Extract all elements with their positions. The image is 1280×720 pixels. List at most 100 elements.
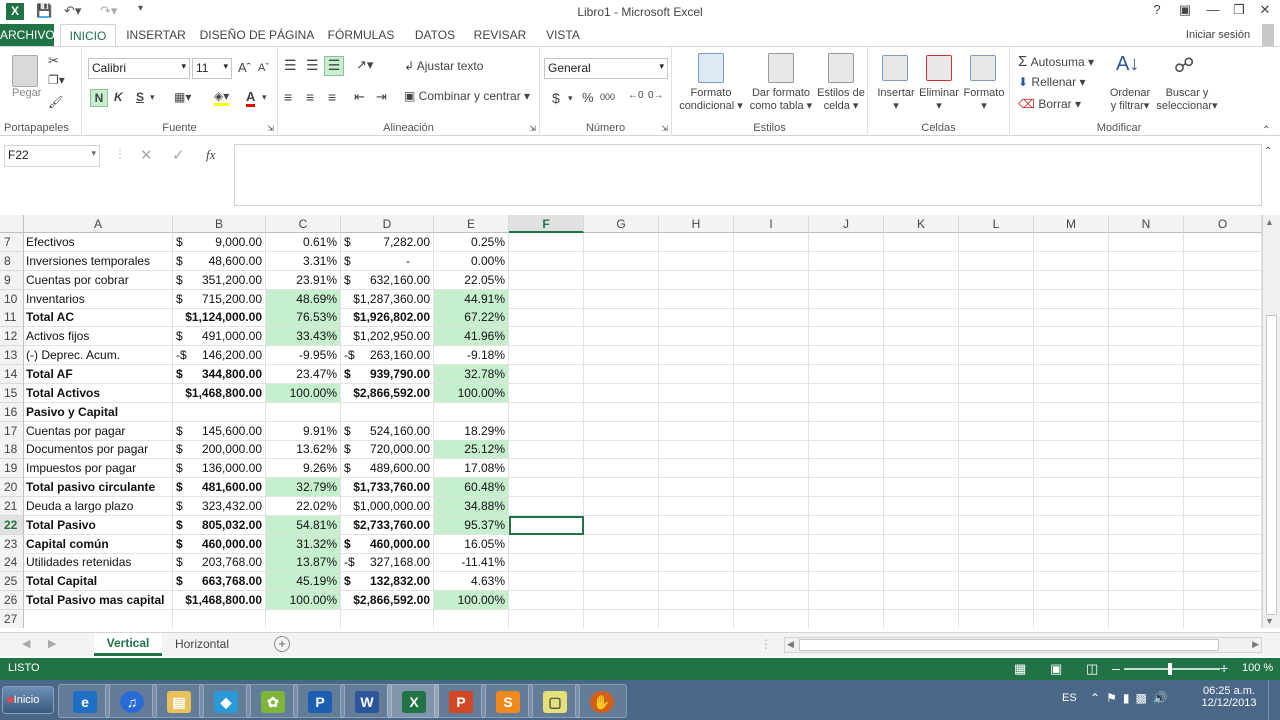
cell-empty[interactable]	[1184, 327, 1262, 346]
clock[interactable]: 06:25 a.m. 12/12/2013	[1194, 685, 1264, 709]
cell-empty[interactable]	[1034, 610, 1109, 628]
cell-empty[interactable]	[734, 478, 809, 497]
cell-label[interactable]: Inventarios	[24, 290, 173, 309]
cell-empty[interactable]	[734, 572, 809, 591]
font-color-dropdown-icon[interactable]: ▾	[262, 92, 267, 103]
cell-percent-year1[interactable]: 9.91%	[266, 422, 341, 441]
cell-empty[interactable]	[659, 271, 734, 290]
font-launcher-icon[interactable]: ⇲	[267, 124, 274, 133]
cell-label[interactable]: Total Activos	[24, 384, 173, 403]
align-right-icon[interactable]: ≡	[328, 89, 336, 105]
collapse-ribbon-icon[interactable]: ⌃	[1262, 125, 1270, 136]
cell-amount-year2[interactable]: $1,000,000.00	[341, 497, 434, 516]
cell-empty[interactable]	[584, 535, 659, 554]
cell-empty[interactable]	[1184, 384, 1262, 403]
prev-sheet-icon[interactable]: ◀	[22, 637, 30, 650]
tab-insert[interactable]: INSERTAR	[122, 24, 190, 46]
cell-empty[interactable]	[1184, 252, 1262, 271]
cell-percent-year2[interactable]	[434, 403, 509, 422]
cell-percent-year2[interactable]: 16.05%	[434, 535, 509, 554]
find-select-button[interactable]: Buscar y seleccionar▾	[1154, 87, 1220, 112]
cell-empty[interactable]	[584, 233, 659, 252]
insert-function-button[interactable]: fx	[206, 147, 215, 163]
taskbar-app-glove[interactable]: ✋	[575, 684, 627, 718]
cell-empty[interactable]	[1184, 516, 1262, 535]
cell-empty[interactable]	[584, 440, 659, 459]
cell-empty[interactable]	[1109, 422, 1184, 441]
cell-empty[interactable]	[1034, 290, 1109, 309]
cell-empty[interactable]	[659, 497, 734, 516]
underline-button[interactable]: S	[136, 90, 144, 104]
cell-empty[interactable]	[959, 252, 1034, 271]
cell-empty[interactable]	[509, 403, 584, 422]
cell-empty[interactable]	[959, 591, 1034, 610]
cell-percent-year1[interactable]: -9.95%	[266, 346, 341, 365]
column-header-d[interactable]: D	[341, 215, 434, 233]
column-header-j[interactable]: J	[809, 215, 884, 233]
cell-empty[interactable]	[959, 233, 1034, 252]
cell-empty[interactable]	[1034, 459, 1109, 478]
cell-empty[interactable]	[659, 440, 734, 459]
ribbon-display-icon[interactable]: ▣	[1172, 2, 1198, 22]
column-header-n[interactable]: N	[1109, 215, 1184, 233]
italic-button[interactable]: K	[114, 90, 123, 104]
cell-empty[interactable]	[734, 327, 809, 346]
cell-amount-year1[interactable]: $460,000.00	[173, 535, 266, 554]
sheet-tab-horizontal[interactable]: Horizontal	[166, 633, 238, 656]
cell-percent-year2[interactable]: 22.05%	[434, 271, 509, 290]
network-icon[interactable]: ▩	[1135, 691, 1152, 705]
cell-empty[interactable]	[1184, 365, 1262, 384]
cell-empty[interactable]	[1034, 233, 1109, 252]
cell-empty[interactable]	[959, 535, 1034, 554]
cell-empty[interactable]	[1109, 572, 1184, 591]
cell-empty[interactable]	[959, 365, 1034, 384]
column-header-h[interactable]: H	[659, 215, 734, 233]
row-header[interactable]: 18	[0, 440, 24, 459]
cell-amount-year1[interactable]: $481,600.00	[173, 478, 266, 497]
cell-empty[interactable]	[959, 459, 1034, 478]
format-table-icon[interactable]	[768, 53, 794, 83]
cell-amount-year2[interactable]: $1,202,950.00	[341, 327, 434, 346]
cell-empty[interactable]	[584, 572, 659, 591]
cell-empty[interactable]	[734, 440, 809, 459]
select-all-button[interactable]	[0, 215, 24, 233]
tab-view[interactable]: VISTA	[538, 24, 588, 46]
cell-amount-year2[interactable]	[341, 610, 434, 628]
align-center-icon[interactable]: ≡	[306, 89, 314, 105]
cell-empty[interactable]	[959, 346, 1034, 365]
flag-icon[interactable]: ⚑	[1106, 691, 1123, 705]
cell-empty[interactable]	[734, 553, 809, 572]
tab-page-layout[interactable]: DISEÑO DE PÁGINA	[198, 24, 316, 46]
cell-percent-year2[interactable]: 0.00%	[434, 252, 509, 271]
cell-empty[interactable]	[659, 422, 734, 441]
cell-empty[interactable]	[734, 422, 809, 441]
cell-empty[interactable]	[584, 497, 659, 516]
align-bottom-icon[interactable]: ☰	[324, 56, 344, 76]
cell-empty[interactable]	[734, 290, 809, 309]
collapse-formula-icon[interactable]: ⌃	[1264, 146, 1272, 157]
cell-empty[interactable]	[509, 459, 584, 478]
cell-percent-year2[interactable]: 17.08%	[434, 459, 509, 478]
row-header[interactable]: 25	[0, 572, 24, 591]
cell-amount-year1[interactable]: $200,000.00	[173, 440, 266, 459]
cell-amount-year1[interactable]	[173, 403, 266, 422]
paste-icon[interactable]	[12, 55, 38, 87]
cell-empty[interactable]	[734, 233, 809, 252]
cell-empty[interactable]	[1184, 403, 1262, 422]
cell-empty[interactable]	[1034, 440, 1109, 459]
cell-empty[interactable]	[884, 422, 959, 441]
cell-empty[interactable]	[884, 572, 959, 591]
confirm-entry-icon[interactable]: ✓	[172, 146, 185, 164]
cell-empty[interactable]	[734, 591, 809, 610]
cell-empty[interactable]	[809, 591, 884, 610]
cell-percent-year1[interactable]: 48.69%	[266, 290, 341, 309]
cell-percent-year2[interactable]: 100.00%	[434, 384, 509, 403]
cell-empty[interactable]	[809, 327, 884, 346]
cell-empty[interactable]	[1109, 459, 1184, 478]
cell-empty[interactable]	[509, 271, 584, 290]
row-header[interactable]: 27	[0, 610, 24, 628]
binoculars-icon[interactable]: ☍	[1174, 53, 1194, 78]
cell-empty[interactable]	[1184, 346, 1262, 365]
conditional-format-button[interactable]: Formato condicional ▾	[678, 87, 744, 112]
cell-percent-year2[interactable]: 4.63%	[434, 572, 509, 591]
